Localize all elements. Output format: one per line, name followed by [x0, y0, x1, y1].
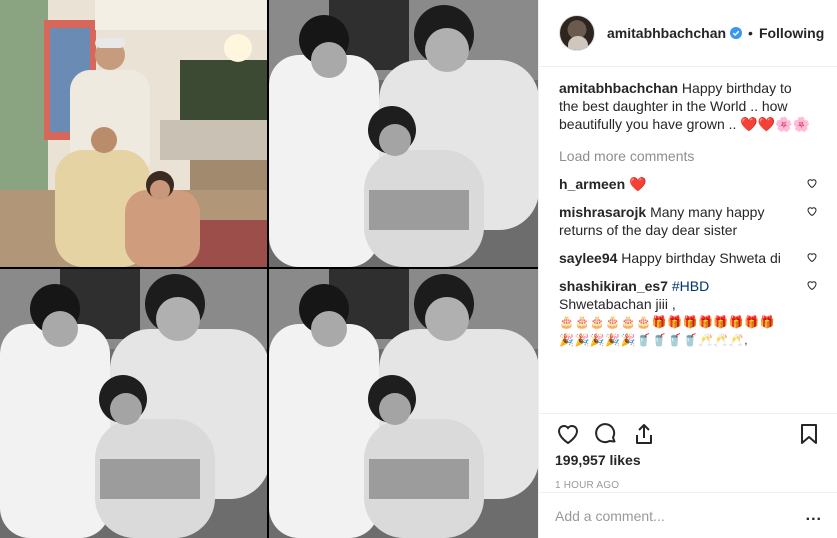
- avatar[interactable]: [559, 15, 595, 51]
- comment-emoji-line: 🎂🎂🎂🎂🎂🎂🎁🎁🎁🎁🎁🎁🎁🎁: [559, 315, 776, 329]
- comment-text: Shwetabachan jiii ,: [559, 296, 676, 312]
- caption-username[interactable]: amitabhbachchan: [559, 80, 678, 96]
- more-options-button[interactable]: ...: [806, 507, 822, 525]
- photo-bw-family-1: [269, 0, 538, 267]
- post-header: amitabhbachchan • Following: [539, 0, 837, 67]
- header-username[interactable]: amitabhbachchan: [607, 25, 726, 41]
- comments-section: amitabhbachchan Happy birthday to the be…: [539, 67, 837, 413]
- share-button[interactable]: [631, 422, 657, 446]
- comment-item: h_armeen ❤️: [559, 175, 818, 193]
- comment-text: ❤️: [629, 176, 647, 192]
- post-timestamp[interactable]: 1 HOUR AGO: [555, 480, 822, 491]
- share-upload-icon: [636, 424, 652, 444]
- comment-username[interactable]: saylee94: [559, 250, 617, 266]
- header-separator: •: [748, 25, 753, 41]
- post-caption: amitabhbachchan Happy birthday to the be…: [559, 79, 818, 133]
- comment-item: shashikiran_es7 #HBD Shwetabachan jiii ,…: [559, 277, 818, 349]
- comment-like-heart-icon[interactable]: [806, 279, 818, 291]
- comment-emoji-line: 🎉🎉🎉🎉🎉🥤🥤🥤🥤🥂🥂🥂,: [559, 333, 749, 347]
- comment-button[interactable]: [593, 422, 619, 446]
- verified-badge-icon: [730, 27, 743, 39]
- comment-like-heart-icon[interactable]: [806, 177, 818, 189]
- action-icons-row: [555, 414, 822, 454]
- likes-count[interactable]: 199,957 likes: [555, 452, 822, 468]
- add-comment-bar: ...: [539, 492, 837, 538]
- photo-bw-family-3: [269, 269, 538, 538]
- comment-hashtag[interactable]: #HBD: [672, 278, 709, 294]
- comment-username[interactable]: h_armeen: [559, 176, 625, 192]
- load-more-comments-button[interactable]: Load more comments: [559, 147, 818, 165]
- comment-text: Happy birthday Shweta di: [621, 250, 781, 266]
- comment-item: mishrasarojk Many many happy returns of …: [559, 203, 818, 239]
- following-button[interactable]: Following: [759, 25, 824, 41]
- like-button[interactable]: [555, 422, 581, 446]
- comment-bubble-icon: [595, 423, 616, 444]
- add-comment-input[interactable]: [555, 507, 806, 524]
- bookmark-icon: [801, 424, 817, 444]
- comment-like-heart-icon[interactable]: [806, 251, 818, 263]
- post-sidebar: amitabhbachchan • Following amitabhbachc…: [538, 0, 837, 538]
- heart-icon: [557, 425, 579, 445]
- comment-username[interactable]: shashikiran_es7: [559, 278, 668, 294]
- photo-bw-family-2: [0, 269, 267, 538]
- comment-like-heart-icon[interactable]: [806, 205, 818, 217]
- post-media[interactable]: [0, 0, 538, 538]
- caption-emojis: ❤️❤️🌸🌸: [740, 116, 811, 132]
- save-button[interactable]: [796, 422, 822, 446]
- photo-family-color: [0, 0, 267, 267]
- comment-username[interactable]: mishrasarojk: [559, 204, 646, 220]
- comment-item: saylee94 Happy birthday Shweta di: [559, 249, 818, 267]
